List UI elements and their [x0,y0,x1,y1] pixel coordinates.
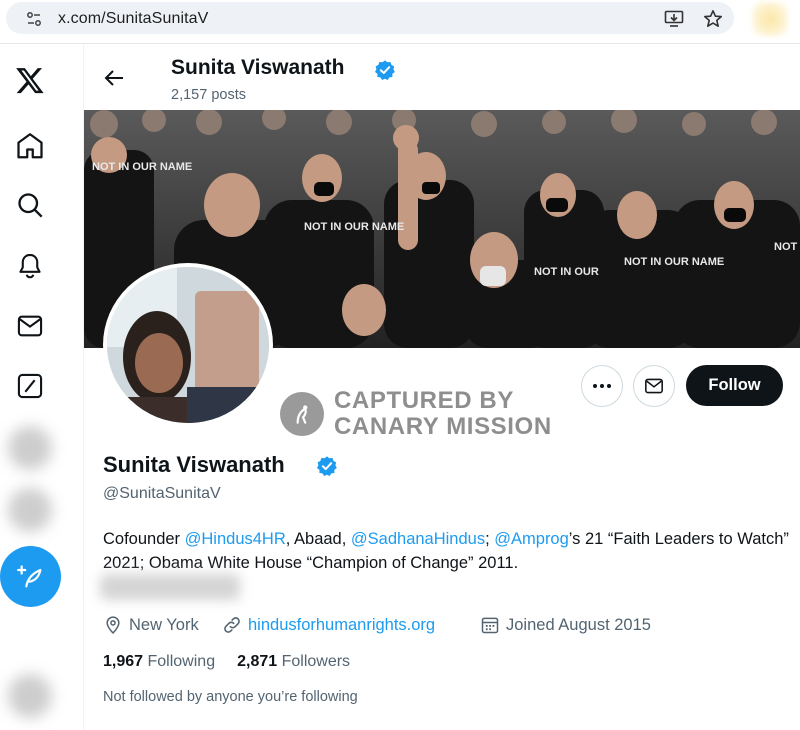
header-posts-count: 2,157 posts [171,87,246,103]
profile-header: Sunita Viswanath 2,157 posts [84,44,800,110]
location-pin-icon [106,616,120,634]
joined-text: Joined August 2015 [506,615,651,634]
bio-text: Cofounder [103,530,185,548]
x-logo-icon[interactable] [12,62,48,98]
grok-slash-icon[interactable] [12,368,48,404]
watermark-line-1: CAPTURED BY [334,387,514,414]
profile-avatar[interactable] [103,263,273,427]
canary-mission-logo-icon [280,392,324,436]
profile-location: New York [103,614,199,636]
bookmark-star-icon[interactable] [703,9,723,29]
home-icon[interactable] [12,128,48,164]
browser-toolbar: x.com/SunitaSunitaV [0,0,800,44]
message-button[interactable] [633,365,675,407]
not-followed-notice: Not followed by anyone you’re following [103,689,358,705]
banner-sign: NOT IN OUR NAME [774,241,800,253]
compose-post-button[interactable] [0,546,61,607]
verified-badge-icon[interactable] [316,455,338,477]
more-options-button[interactable] [581,365,623,407]
left-sidebar-nav [0,44,72,730]
following-label: Following [147,653,216,670]
envelope-icon [645,378,663,394]
avatar-photo [107,267,269,423]
site-info-icon[interactable] [26,11,42,27]
follow-button[interactable]: Follow [686,365,783,406]
profile-bio: Cofounder @Hindus4HR, Abaad, @SadhanaHin… [103,527,793,575]
account-avatar-blurred[interactable] [8,674,52,718]
install-app-icon[interactable] [664,10,684,28]
search-icon[interactable] [12,187,48,223]
bio-text: , Abaad, [285,530,351,548]
calendar-icon [481,617,499,634]
more-dots-icon [593,384,611,388]
watermark-line-2: CANARY MISSION [334,413,552,440]
nav-item-blurred[interactable] [8,426,52,470]
banner-sign: NOT IN OUR NAME [92,161,192,173]
bio-mention-link[interactable]: @Hindus4HR [185,530,286,548]
banner-sign: NOT IN OUR NAME [304,221,404,233]
messages-envelope-icon[interactable] [12,308,48,344]
link-chain-icon [224,617,240,633]
followers-link[interactable]: 2,871 Followers [237,653,350,671]
follow-stats: 1,967 Following 2,871 Followers [103,653,350,671]
verified-badge-icon [375,60,395,80]
following-link[interactable]: 1,967 Following [103,653,215,671]
followers-count: 2,871 [237,653,278,670]
profile-display-name: Sunita Viswanath [103,452,285,477]
banner-sign: NOT IN OUR [534,266,599,278]
profile-joined: Joined August 2015 [480,614,651,636]
bio-mention-link[interactable]: @Amprog [494,530,569,548]
following-count: 1,967 [103,653,144,670]
redacted-text-blur [100,574,240,600]
profile-website[interactable]: hindusforhumanrights.org [222,614,435,636]
feather-plus-icon [16,564,41,587]
website-link[interactable]: hindusforhumanrights.org [248,616,435,635]
profile-handle: @SunitaSunitaV [103,485,221,502]
browser-profile-avatar[interactable] [752,2,788,36]
bio-mention-link[interactable]: @SadhanaHindus [351,530,485,548]
url-text[interactable]: x.com/SunitaSunitaV [58,10,208,28]
followers-label: Followers [281,653,351,670]
location-text: New York [129,615,199,634]
bio-text: ; [485,530,495,548]
notifications-bell-icon[interactable] [12,248,48,284]
header-display-name: Sunita Viswanath [171,56,345,79]
back-arrow-icon[interactable] [102,66,126,90]
banner-sign: NOT IN OUR NAME [624,256,724,268]
nav-item-blurred[interactable] [8,488,52,532]
address-bar[interactable]: x.com/SunitaSunitaV [6,2,734,34]
